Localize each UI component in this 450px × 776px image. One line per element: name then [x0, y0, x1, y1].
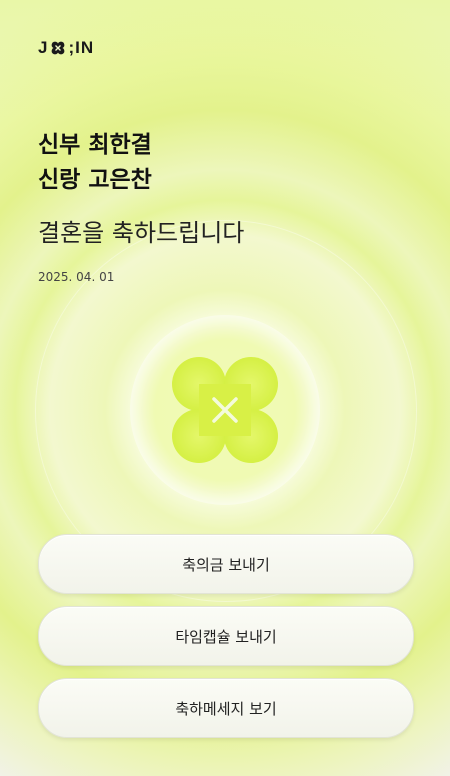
wedding-date: 2025. 04. 01: [38, 270, 115, 284]
couple-names: 신부 최한결 신랑 고은찬: [38, 128, 152, 198]
brand-logo: J ;IN: [38, 38, 94, 58]
groom-name: 신랑 고은찬: [38, 167, 152, 193]
logo-letter: J: [38, 38, 49, 57]
view-messages-button[interactable]: 축하메세지 보기: [38, 678, 414, 738]
send-gift-money-button[interactable]: 축의금 보내기: [38, 534, 414, 594]
logo-text: ;IN: [68, 38, 95, 57]
bride-name: 신부 최한결: [38, 132, 152, 158]
greeting-title: 결혼을 축하드립니다: [38, 219, 245, 247]
clover-emblem-icon: [172, 357, 278, 463]
send-time-capsule-button[interactable]: 타임캡슐 보내기: [38, 606, 414, 666]
clover-logo-icon: [52, 41, 65, 55]
